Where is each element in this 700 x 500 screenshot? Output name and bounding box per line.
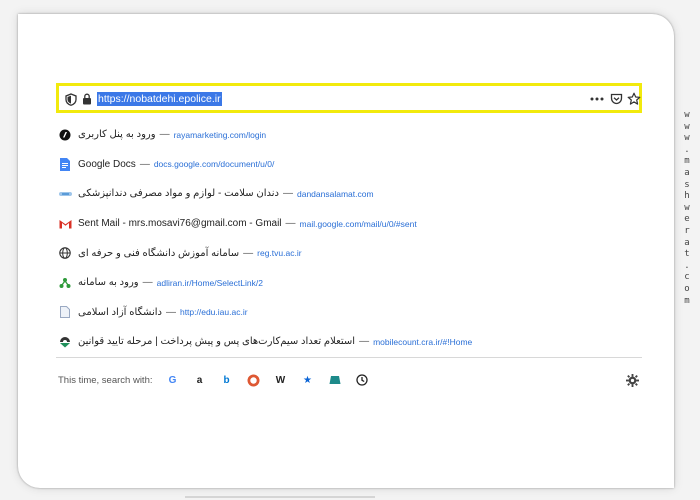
suggestion-row[interactable]: استعلام تعداد سیم‌کارت‌های پس و پیش پردا… xyxy=(58,327,638,357)
suggestion-row[interactable]: ورود به پنل کاربری — rayamarketing.com/log… xyxy=(58,120,638,150)
suggestion-title: دانشگاه آزاد اسلامی xyxy=(78,306,162,318)
suggestion-title: ورود به سامانه xyxy=(78,277,139,289)
suggestion-title: دندان سلامت - لوازم و مواد مصرفی دندانپز… xyxy=(78,188,279,200)
suggestion-row[interactable]: دانشگاه آزاد اسلامی — http://edu.iau.ac.ir xyxy=(58,298,638,328)
suggestion-separator: — xyxy=(285,218,296,230)
globe-icon xyxy=(58,246,72,260)
search-engine-google-icon[interactable]: G xyxy=(165,372,181,388)
suggestion-separator: — xyxy=(243,247,254,259)
search-engine-bookmarks-icon[interactable]: ★ xyxy=(300,372,316,388)
one-off-search-bar: This time, search with: Ga b W ★ xyxy=(58,368,640,392)
suggestion-url[interactable]: http://edu.iau.ac.ir xyxy=(180,307,248,317)
suggestion-title: سامانه آموزش دانشگاه فنی و حرفه ای xyxy=(78,247,240,259)
suggestion-row[interactable]: دندان سلامت - لوازم و مواد مصرفی دندانپز… xyxy=(58,179,638,209)
address-bar[interactable]: https://nobatdehi.epolice.ir xyxy=(56,83,642,113)
dandan-logo-icon xyxy=(58,187,72,201)
suggestion-separator: — xyxy=(165,306,176,318)
search-with-label: This time, search with: xyxy=(58,374,153,386)
suggestion-url[interactable]: rayamarketing.com/login xyxy=(174,130,267,140)
search-engine-amazon-icon[interactable]: a xyxy=(192,372,208,388)
suggestion-url[interactable]: reg.tvu.ac.ir xyxy=(257,248,301,258)
search-engine-wikipedia-icon[interactable]: W xyxy=(273,372,289,388)
pocket-icon[interactable] xyxy=(608,91,624,107)
black-circle-logo-icon xyxy=(58,128,72,142)
search-settings-gear-icon[interactable] xyxy=(624,372,640,388)
suggestion-separator: — xyxy=(139,158,150,170)
divider xyxy=(56,357,642,358)
suggestion-url[interactable]: docs.google.com/document/u/0/ xyxy=(154,159,275,169)
suggestion-row[interactable]: ورود به سامانه — adliran.ir/Home/SelectLin… xyxy=(58,268,638,298)
gmail-icon xyxy=(58,217,72,231)
suggestion-row[interactable]: Sent Mail - mrs.mosavi76@gmail.com - Gma… xyxy=(58,209,638,239)
suggestion-title: ورود به پنل کاربری xyxy=(78,129,156,141)
suggestion-title: Google Docs xyxy=(78,158,136,170)
search-engine-history-icon[interactable] xyxy=(354,372,370,388)
suggestion-separator: — xyxy=(359,336,370,348)
suggestion-separator: — xyxy=(159,129,170,141)
watermark: www.mashwerat.com xyxy=(684,110,690,306)
suggestion-url[interactable]: mail.google.com/mail/u/0/#sent xyxy=(300,219,417,229)
search-engine-list: Ga b W ★ xyxy=(165,372,381,388)
search-engine-duckduckgo-icon[interactable] xyxy=(246,372,262,388)
bookmark-star-icon[interactable] xyxy=(626,91,642,107)
suggestion-row[interactable]: Google Docs — docs.google.com/document/u/0… xyxy=(58,150,638,180)
suggestion-list: ورود به پنل کاربری — rayamarketing.com/log… xyxy=(58,120,638,357)
suggestion-url[interactable]: dandansalamat.com xyxy=(297,189,374,199)
suggestion-row[interactable]: سامانه آموزش دانشگاه فنی و حرفه ای — reg.t… xyxy=(58,238,638,268)
lock-icon[interactable] xyxy=(79,91,95,107)
suggestion-separator: — xyxy=(282,188,293,200)
search-engine-tabs-icon[interactable] xyxy=(327,372,343,388)
suggestion-url[interactable]: mobilecount.cra.ir/#!Home xyxy=(373,337,472,347)
search-engine-bing-icon[interactable]: b xyxy=(219,372,235,388)
google-docs-icon xyxy=(58,157,72,171)
url-input[interactable]: https://nobatdehi.epolice.ir xyxy=(97,92,222,106)
page-actions-icon[interactable] xyxy=(589,91,605,107)
suggestion-title: Sent Mail - mrs.mosavi76@gmail.com - Gma… xyxy=(78,218,282,230)
suggestion-title: استعلام تعداد سیم‌کارت‌های پس و پیش پردا… xyxy=(78,336,356,348)
suggestion-separator: — xyxy=(142,277,153,289)
suggestion-url[interactable]: adliran.ir/Home/SelectLink/2 xyxy=(157,278,263,288)
bottom-line xyxy=(185,496,375,498)
tracking-shield-icon[interactable] xyxy=(63,91,79,107)
green-tree-logo-icon xyxy=(58,276,72,290)
cra-logo-icon xyxy=(58,335,72,349)
page-icon xyxy=(58,305,72,319)
